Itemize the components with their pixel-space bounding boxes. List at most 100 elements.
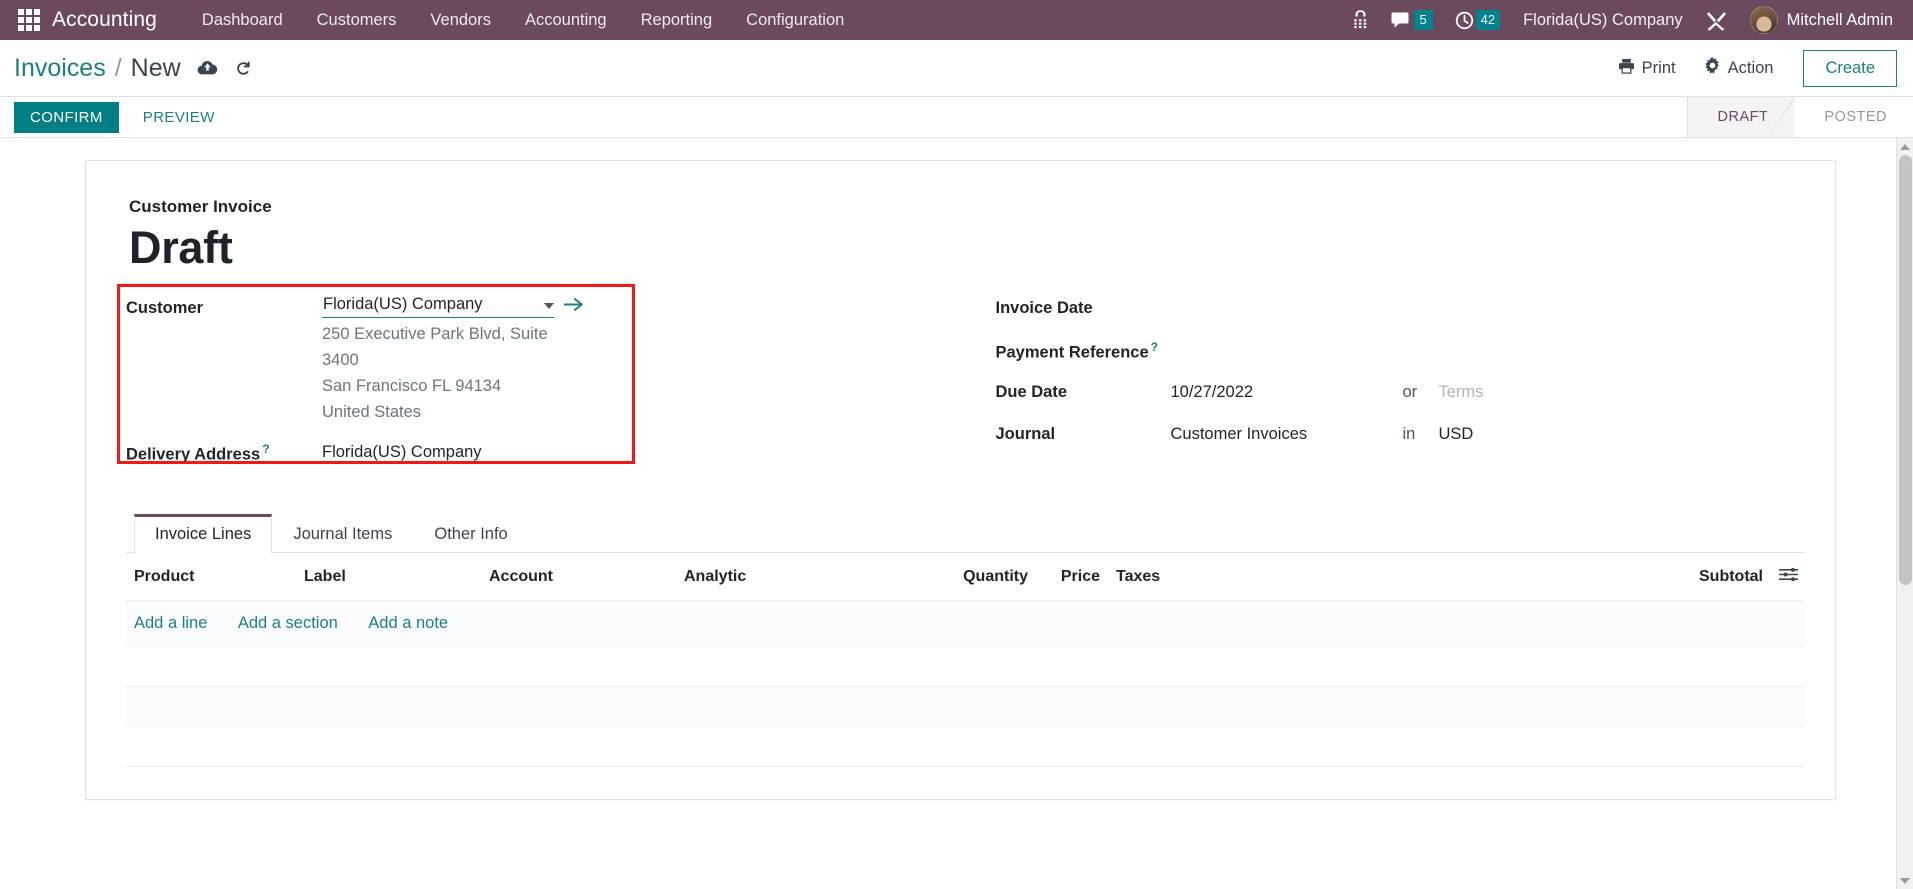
field-due-date: Due Date 10/27/2022 or Terms (996, 379, 1806, 405)
table-row (126, 726, 1805, 767)
payment-reference-label-text: Payment Reference (995, 343, 1149, 361)
create-button[interactable]: Create (1803, 49, 1897, 87)
app-brand-accounting[interactable]: Accounting (52, 8, 157, 32)
apps-grid-icon[interactable] (16, 7, 42, 33)
due-date-label: Due Date (995, 383, 1068, 402)
action-button[interactable]: Action (1692, 50, 1786, 86)
developer-tools-icon[interactable] (1695, 0, 1738, 40)
preview-button[interactable]: PREVIEW (127, 102, 231, 133)
control-panel-actions: Print Action Create (1606, 40, 1897, 96)
customer-field-wrapper (322, 294, 590, 318)
breadcrumb: Invoices / New (14, 54, 181, 83)
delivery-address-value[interactable]: Florida(US) Company (322, 439, 482, 464)
confirm-button[interactable]: CONFIRM (14, 101, 119, 133)
activities-counter[interactable]: 42 (1444, 0, 1511, 40)
form-right-column: Invoice Date Payment Reference? Due Date… (996, 295, 1806, 480)
tab-journal-items[interactable]: Journal Items (272, 514, 413, 553)
navbar-right-group: 5 42 Florida(US) Company Mitchell Admin (1341, 0, 1913, 40)
field-payment-reference: Payment Reference? (996, 337, 1806, 364)
print-button[interactable]: Print (1606, 51, 1688, 86)
menu-item-dashboard[interactable]: Dashboard (185, 0, 300, 40)
column-header-price[interactable]: Price (1036, 552, 1108, 601)
form-statusbar: CONFIRM PREVIEW DRAFT POSTED (0, 97, 1913, 138)
form-fields-grid: Customer Florida(US) Company 250 Executi… (117, 283, 1806, 480)
breadcrumb-item-new: New (130, 53, 181, 82)
field-journal: Journal Customer Invoices in USD (996, 421, 1806, 447)
add-a-note-button[interactable]: Add a note (368, 614, 448, 632)
column-header-analytic[interactable]: Analytic (676, 552, 906, 601)
currency-value[interactable]: USD (1439, 421, 1474, 446)
control-panel: Invoices / New Print Action Create (0, 40, 1913, 97)
menu-item-vendors[interactable]: Vendors (413, 0, 508, 40)
help-tooltip-icon[interactable]: ? (1151, 340, 1158, 354)
journal-value[interactable]: Customer Invoices (1171, 425, 1403, 444)
scroll-down-arrow[interactable] (1897, 872, 1913, 889)
payment-reference-label: Payment Reference? (996, 337, 1171, 364)
arrow-right-icon[interactable] (563, 297, 584, 316)
add-a-section-button[interactable]: Add a section (238, 614, 338, 632)
customer-input[interactable] (322, 294, 554, 318)
breadcrumb-item-invoices[interactable]: Invoices (14, 54, 106, 83)
add-row-controls: Add a line Add a section Add a note (126, 600, 1805, 647)
customer-address-block: 250 Executive Park Blvd, Suite 3400 San … (322, 321, 572, 425)
menu-item-accounting[interactable]: Accounting (508, 0, 624, 40)
print-label: Print (1641, 58, 1676, 77)
status-stages: DRAFT POSTED (1686, 97, 1913, 137)
tab-invoice-lines[interactable]: Invoice Lines (134, 513, 273, 553)
column-header-taxes[interactable]: Taxes (1108, 552, 1338, 601)
address-line-1: 250 Executive Park Blvd, Suite (322, 324, 548, 343)
cloud-upload-icon[interactable] (197, 60, 218, 76)
payment-terms-input[interactable]: Terms (1439, 383, 1484, 402)
add-a-line-button[interactable]: Add a line (134, 614, 207, 632)
field-invoice-date: Invoice Date (996, 295, 1806, 321)
avatar (1749, 6, 1778, 34)
address-line-4: United States (322, 402, 422, 421)
table-row (126, 646, 1805, 687)
chat-bubble-icon (1391, 12, 1409, 28)
help-tooltip-icon[interactable]: ? (262, 442, 269, 456)
address-line-3: San Francisco FL 94134 (322, 376, 502, 395)
customer-label: Customer (126, 298, 204, 317)
table-header-row: Product Label Account Analytic Quantity … (126, 552, 1805, 601)
invoice-lines-table: Product Label Account Analytic Quantity … (126, 552, 1805, 767)
column-options-button[interactable] (1771, 552, 1805, 601)
field-customer: Customer Florida(US) Company 250 Executi… (126, 294, 936, 425)
scroll-up-arrow[interactable] (1897, 138, 1913, 155)
form-content-area: Customer Invoice Draft Customer Florida(… (0, 138, 1913, 889)
main-menu: Dashboard Customers Vendors Accounting R… (185, 0, 861, 40)
menu-item-reporting[interactable]: Reporting (624, 0, 730, 40)
column-header-quantity[interactable]: Quantity (906, 552, 1036, 601)
column-header-account[interactable]: Account (481, 552, 676, 601)
form-left-column: Customer Florida(US) Company 250 Executi… (117, 283, 936, 480)
column-header-product[interactable]: Product (126, 552, 296, 601)
scrollbar-thumb[interactable] (1899, 155, 1912, 585)
gear-icon (1704, 57, 1721, 79)
action-label: Action (1727, 58, 1774, 77)
page-title: Draft (129, 222, 233, 273)
user-menu[interactable]: Mitchell Admin (1738, 0, 1899, 40)
address-line-2: 3400 (322, 350, 359, 369)
activities-badge: 42 (1475, 10, 1501, 30)
record-save-discard-group (197, 59, 253, 77)
tab-other-info[interactable]: Other Info (413, 514, 528, 553)
invoice-date-label: Invoice Date (995, 298, 1093, 317)
messages-counter[interactable]: 5 (1380, 0, 1444, 40)
top-navbar: Accounting Dashboard Customers Vendors A… (0, 0, 1913, 40)
undo-icon[interactable] (234, 59, 253, 77)
vertical-scrollbar[interactable] (1896, 138, 1913, 889)
chevron-down-icon[interactable] (544, 302, 554, 309)
status-stage-posted[interactable]: POSTED (1794, 97, 1913, 137)
column-header-subtotal[interactable]: Subtotal (1338, 552, 1771, 601)
menu-item-configuration[interactable]: Configuration (729, 0, 861, 40)
delivery-address-label-text: Delivery Address (126, 445, 261, 464)
messages-badge: 5 (1413, 10, 1433, 30)
status-stage-draft[interactable]: DRAFT (1687, 97, 1797, 137)
active-company-switcher[interactable]: Florida(US) Company (1511, 11, 1695, 30)
or-separator-label: or (1402, 383, 1418, 402)
column-header-label[interactable]: Label (296, 552, 481, 601)
menu-item-customers[interactable]: Customers (300, 0, 414, 40)
voip-phone-icon[interactable] (1341, 0, 1380, 40)
document-subtitle: Customer Invoice (129, 197, 272, 216)
column-options-icon (1778, 567, 1799, 586)
due-date-value[interactable]: 10/27/2022 (1171, 383, 1403, 402)
